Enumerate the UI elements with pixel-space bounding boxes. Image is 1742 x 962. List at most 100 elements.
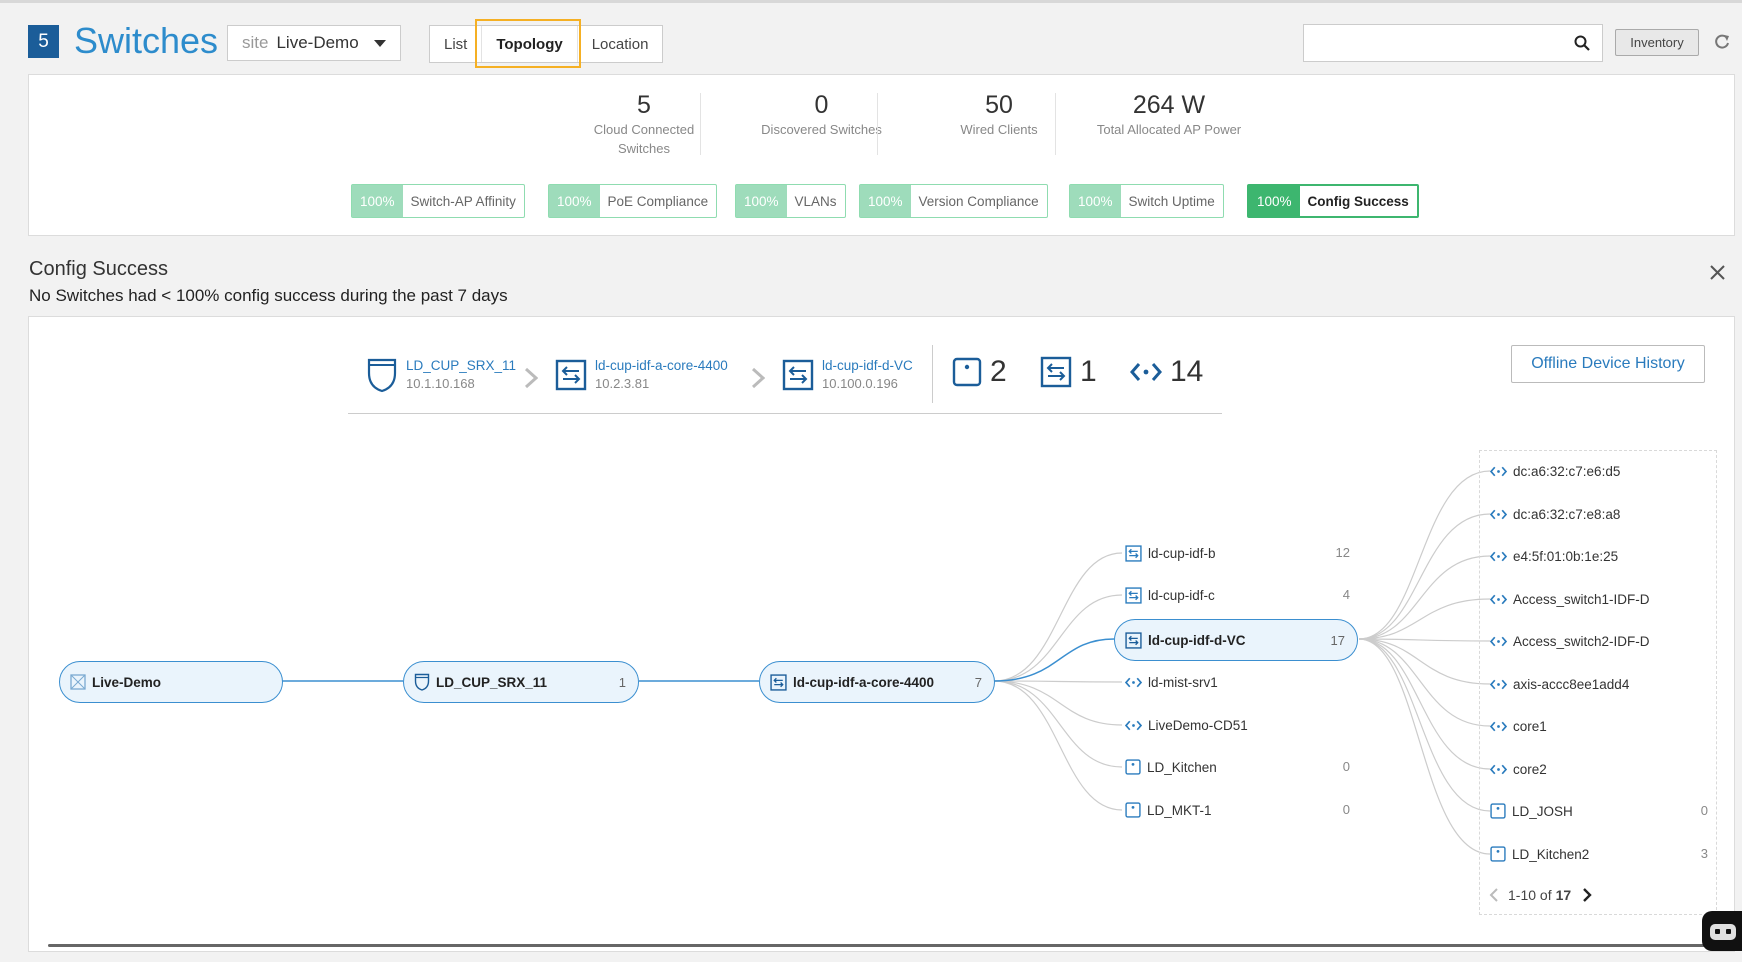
ap-icon bbox=[952, 357, 982, 387]
sle-chip-switch-uptime[interactable]: 100% Switch Uptime bbox=[1069, 184, 1224, 218]
topology-leaf-ap[interactable]: LD_MKT-1 bbox=[1125, 799, 1212, 821]
stat-label: Total Allocated AP Power bbox=[1096, 122, 1242, 137]
sle-chip-pct: 100% bbox=[1070, 185, 1121, 217]
topology-leaf-client[interactable]: Access_switch2-IDF-D bbox=[1490, 630, 1650, 652]
tab-list[interactable]: List bbox=[430, 26, 483, 62]
switch-count-value: 1 bbox=[1080, 355, 1097, 388]
switch-icon bbox=[1040, 356, 1072, 388]
offline-device-history-button[interactable]: Offline Device History bbox=[1511, 345, 1705, 383]
stat-label: Cloud Connected bbox=[593, 122, 695, 137]
node-label: ld-cup-idf-d-VC bbox=[1148, 632, 1246, 648]
switch-icon bbox=[1125, 586, 1142, 604]
inventory-button[interactable]: Inventory bbox=[1615, 29, 1699, 56]
topology-node-vc-switch[interactable]: ld-cup-idf-d-VC 17 bbox=[1114, 619, 1358, 661]
topology-leaf-ap[interactable]: LD_JOSH bbox=[1490, 800, 1573, 822]
stat-value: 5 bbox=[637, 91, 651, 119]
ap-count-value: 2 bbox=[990, 355, 1007, 388]
topology-node-gateway[interactable]: LD_CUP_SRX_11 1 bbox=[403, 661, 639, 703]
search-icon[interactable] bbox=[1574, 35, 1590, 51]
topology-leaf-client[interactable]: ld-mist-srv1 bbox=[1125, 671, 1218, 693]
topology-leaf-client[interactable]: LiveDemo-CD51 bbox=[1125, 714, 1248, 736]
chevron-left-icon[interactable] bbox=[1488, 888, 1500, 902]
sle-chip-poe-compliance[interactable]: 100% PoE Compliance bbox=[548, 184, 718, 218]
leaf-label: Access_switch1-IDF-D bbox=[1513, 591, 1650, 607]
refresh-icon[interactable] bbox=[1713, 33, 1731, 51]
topology-leaf-client[interactable]: core2 bbox=[1490, 758, 1547, 780]
pagination-range: 1-10 of bbox=[1508, 887, 1552, 903]
node-label: Live-Demo bbox=[92, 674, 162, 690]
breadcrumb-name: ld-cup-idf-d-VC bbox=[822, 358, 913, 373]
site-selector-label: site bbox=[242, 33, 269, 52]
breadcrumb-divider bbox=[932, 345, 933, 403]
leaf-label: ld-cup-idf-c bbox=[1148, 587, 1215, 603]
leaf-count: 12 bbox=[1335, 545, 1350, 560]
leaf-label: ld-cup-idf-b bbox=[1148, 545, 1216, 561]
stat-discovered: 0 Discovered Switches bbox=[729, 91, 914, 139]
topology-leaf-client[interactable]: core1 bbox=[1490, 715, 1547, 737]
topology-leaf-client[interactable]: dc:a6:32:c7:e8:a8 bbox=[1490, 503, 1620, 525]
client-icon bbox=[1490, 763, 1507, 776]
stats-panel: 5 Cloud Connected Switches 0 Discovered … bbox=[28, 74, 1735, 236]
horizontal-scrollbar[interactable] bbox=[48, 944, 1708, 947]
detail-subtitle: No Switches had < 100% config success du… bbox=[29, 286, 508, 305]
client-icon bbox=[1130, 363, 1162, 381]
topology-leaf-client[interactable]: axis-accc8ee1add4 bbox=[1490, 673, 1629, 695]
leaf-label: LD_JOSH bbox=[1512, 803, 1573, 819]
search-input[interactable] bbox=[1312, 25, 1562, 59]
site-selector[interactable]: site Live-Demo bbox=[227, 25, 401, 61]
topology-leaf-switch[interactable]: ld-cup-idf-c bbox=[1125, 584, 1215, 606]
client-icon bbox=[1490, 678, 1507, 691]
topology-leaf-ap[interactable]: LD_Kitchen2 bbox=[1490, 843, 1589, 865]
topology-node-core-switch[interactable]: ld-cup-idf-a-core-4400 7 bbox=[759, 661, 995, 703]
chevron-right-icon[interactable] bbox=[1581, 888, 1593, 902]
page-title: Switches bbox=[74, 20, 219, 61]
sle-chip-name: Config Success bbox=[1307, 193, 1409, 209]
sle-chip-pct: 100% bbox=[352, 185, 403, 217]
sle-chip-switch-ap-affinity[interactable]: 100% Switch-AP Affinity bbox=[351, 184, 525, 218]
leaf-label: ld-mist-srv1 bbox=[1148, 674, 1218, 690]
breadcrumb-item-gateway[interactable]: LD_CUP_SRX_11 10.1.10.168 bbox=[366, 357, 516, 393]
topology-leaf-client[interactable]: e4:5f:01:0b:1e:25 bbox=[1490, 545, 1618, 567]
leaf-label: core1 bbox=[1513, 718, 1547, 734]
ap-icon bbox=[1125, 759, 1141, 775]
stat-cloud-connected: 5 Cloud Connected Switches bbox=[549, 91, 739, 158]
chat-assistant-button[interactable] bbox=[1702, 911, 1742, 951]
topology-node-site[interactable]: Live-Demo bbox=[59, 661, 283, 703]
tab-location[interactable]: Location bbox=[578, 26, 663, 62]
leaf-label: LD_Kitchen bbox=[1147, 759, 1217, 775]
client-icon bbox=[1125, 676, 1142, 689]
stat-divider bbox=[877, 93, 878, 155]
switch-count-badge: 5 bbox=[28, 25, 59, 58]
stat-label-line2: Switches bbox=[617, 141, 671, 156]
breadcrumb-underline bbox=[348, 413, 1222, 414]
breadcrumb-item-core-switch[interactable]: ld-cup-idf-a-core-4400 10.2.3.81 bbox=[555, 357, 728, 393]
sle-chip-pct: 100% bbox=[1249, 186, 1300, 216]
client-icon bbox=[1490, 550, 1507, 563]
chevron-right-icon bbox=[751, 367, 765, 389]
leaf-label: dc:a6:32:c7:e6:d5 bbox=[1513, 463, 1621, 479]
sle-chip-pct: 100% bbox=[549, 185, 600, 217]
node-count: 17 bbox=[1330, 632, 1345, 648]
tab-topology[interactable]: Topology bbox=[482, 26, 578, 62]
sle-chip-config-success[interactable]: 100% Config Success bbox=[1247, 184, 1419, 218]
stat-label: Discovered Switches bbox=[761, 122, 882, 137]
topology-leaf-client[interactable]: dc:a6:32:c7:e6:d5 bbox=[1490, 460, 1620, 482]
breadcrumb-name: ld-cup-idf-a-core-4400 bbox=[595, 358, 728, 373]
chevron-right-icon bbox=[524, 367, 538, 389]
sle-chip-version-compliance[interactable]: 100% Version Compliance bbox=[859, 184, 1048, 218]
leaf-count: 4 bbox=[1342, 587, 1350, 602]
topology-leaf-client[interactable]: Access_switch1-IDF-D bbox=[1490, 588, 1650, 610]
gateway-icon bbox=[414, 673, 430, 691]
page: 5 Switches site Live-Demo List Topology … bbox=[0, 0, 1742, 959]
sle-chip-vlans[interactable]: 100% VLANs bbox=[735, 184, 846, 218]
stat-value: 264 W bbox=[1132, 91, 1206, 119]
close-icon[interactable] bbox=[1709, 264, 1726, 281]
topology-leaf-switch[interactable]: ld-cup-idf-b bbox=[1125, 542, 1216, 564]
stat-ap-power: 264 W Total Allocated AP Power bbox=[1069, 91, 1269, 139]
gateway-icon bbox=[367, 358, 397, 393]
breadcrumb-ip: 10.100.0.196 bbox=[822, 376, 898, 391]
breadcrumb-item-vc-switch[interactable]: ld-cup-idf-d-VC 10.100.0.196 bbox=[782, 357, 913, 393]
stat-value: 0 bbox=[814, 91, 829, 119]
topology-leaf-ap[interactable]: LD_Kitchen bbox=[1125, 756, 1217, 778]
client-icon bbox=[1490, 465, 1507, 478]
